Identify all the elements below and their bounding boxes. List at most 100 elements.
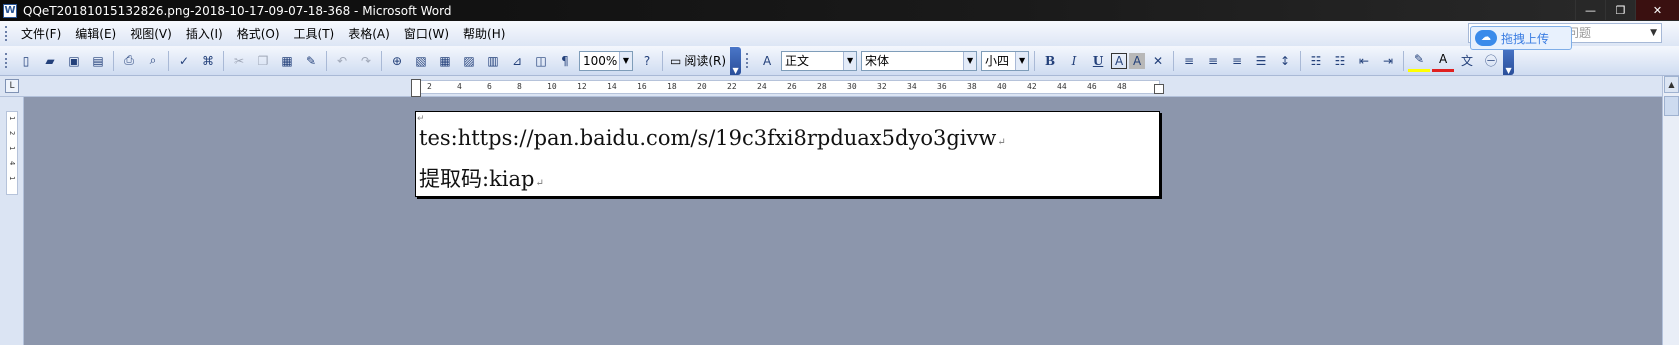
undo-icon[interactable]: ↶: [331, 50, 353, 72]
ruler-tick-label: 44: [1057, 82, 1067, 91]
line-spacing-icon[interactable]: ↕: [1274, 50, 1296, 72]
chevron-down-icon[interactable]: ▼: [843, 51, 857, 70]
increase-indent-icon[interactable]: ⇥: [1377, 50, 1399, 72]
save-icon[interactable]: ▣: [63, 50, 85, 72]
chevron-down-icon[interactable]: ▼: [963, 51, 977, 70]
left-indent-marker[interactable]: [411, 79, 421, 97]
print-icon[interactable]: ⎙: [118, 50, 140, 72]
menu-table[interactable]: 表格(A): [341, 24, 397, 44]
link-text[interactable]: tes:https://pan.baidu.com/s/19c3fxi8rpdu…: [419, 126, 996, 150]
permission-icon[interactable]: ▤: [87, 50, 109, 72]
horizontal-ruler[interactable]: 2 4 6 8 10 12 14 16 18 20 22 24 26 28 30 32 34 36 38 40 42 44…: [416, 80, 1160, 94]
insert-table-icon[interactable]: ▦: [434, 50, 456, 72]
read-button[interactable]: ▭ 阅读(R): [666, 50, 730, 72]
numbering-icon[interactable]: ☷: [1305, 50, 1327, 72]
bold-button[interactable]: B: [1039, 50, 1061, 72]
minimize-button[interactable]: —: [1575, 0, 1605, 20]
document-page[interactable]: ↵ tes:https://pan.baidu.com/s/19c3fxi8rp…: [415, 111, 1160, 197]
font-size-select[interactable]: 小四 ▼: [981, 50, 1030, 71]
restore-button[interactable]: ❐: [1605, 0, 1635, 20]
document-map-icon[interactable]: ◫: [530, 50, 552, 72]
baidu-upload-button[interactable]: ☁ 拖拽上传: [1470, 26, 1572, 50]
ruler-tick-label: 18: [667, 82, 677, 91]
help-icon[interactable]: ?: [636, 50, 658, 72]
read-label: 阅读(R): [684, 54, 727, 68]
print-preview-icon[interactable]: ⌕: [142, 50, 164, 72]
menu-format[interactable]: 格式(O): [230, 24, 287, 44]
menu-help[interactable]: 帮助(H): [456, 24, 512, 44]
font-select[interactable]: 宋体 ▼: [861, 50, 978, 71]
align-center-icon[interactable]: ≡: [1202, 50, 1224, 72]
copy-icon[interactable]: ❐: [252, 50, 274, 72]
styles-icon[interactable]: A: [756, 50, 778, 72]
char-scale-icon[interactable]: ✕: [1147, 50, 1169, 72]
italic-button[interactable]: I: [1063, 50, 1085, 72]
word-app-icon[interactable]: W: [3, 3, 17, 18]
phonetic-guide-button[interactable]: 文: [1456, 50, 1478, 72]
toolbar-grip[interactable]: [5, 53, 8, 68]
vertical-scrollbar[interactable]: ▲: [1662, 76, 1679, 345]
menu-grip[interactable]: [5, 26, 8, 41]
new-document-icon[interactable]: ▯: [15, 50, 37, 72]
chevron-down-icon[interactable]: ▼: [619, 51, 632, 70]
document-line-code[interactable]: 提取码:kiap↵: [419, 161, 1159, 202]
menu-window[interactable]: 窗口(W): [397, 24, 456, 44]
zoom-value: 100%: [583, 53, 618, 68]
enclosed-char-icon[interactable]: ㊀: [1480, 50, 1502, 72]
highlight-icon[interactable]: ✎: [1408, 50, 1431, 72]
open-folder-icon[interactable]: ▰: [39, 50, 61, 72]
show-hide-icon[interactable]: ¶: [554, 50, 576, 72]
menu-file[interactable]: 文件(F): [14, 24, 68, 44]
format-painter-icon[interactable]: ✎: [300, 50, 322, 72]
ruler-tick-label: 46: [1087, 82, 1097, 91]
toolbar-separator: [1403, 50, 1405, 71]
menu-edit[interactable]: 编辑(E): [68, 24, 123, 44]
chevron-down-icon[interactable]: ▼: [1015, 51, 1029, 70]
toolbar-separator: [662, 50, 663, 71]
research-icon[interactable]: ⌘: [197, 50, 219, 72]
vertical-ruler[interactable]: 1 2 1 4 1: [6, 111, 18, 195]
tables-borders-icon[interactable]: ▧: [410, 50, 432, 72]
paste-icon[interactable]: ▦: [276, 50, 298, 72]
drawing-icon[interactable]: ⊿: [506, 50, 528, 72]
tab-selector[interactable]: L: [5, 79, 19, 93]
scroll-thumb[interactable]: [1664, 96, 1679, 116]
extract-code-text[interactable]: 提取码:kiap: [419, 167, 534, 191]
hyperlink-icon[interactable]: ⊕: [386, 50, 408, 72]
font-color-icon[interactable]: A: [1432, 50, 1455, 72]
toolbar-separator: [1173, 50, 1175, 71]
cut-icon[interactable]: ✂: [228, 50, 250, 72]
toolbar-options-button[interactable]: ▼: [1503, 46, 1515, 75]
ruler-tick-label: 28: [817, 82, 827, 91]
underline-button[interactable]: U: [1087, 50, 1109, 72]
ruler-tick-label: 48: [1117, 82, 1127, 91]
char-border-button[interactable]: A: [1111, 52, 1128, 69]
spelling-icon[interactable]: ✓: [173, 50, 195, 72]
toolbar-grip[interactable]: [746, 53, 749, 68]
zoom-select[interactable]: 100% ▼: [579, 50, 633, 71]
chevron-down-icon[interactable]: ▼: [1650, 24, 1657, 42]
decrease-indent-icon[interactable]: ⇤: [1353, 50, 1375, 72]
bullets-icon[interactable]: ☷: [1329, 50, 1351, 72]
scroll-up-arrow[interactable]: ▲: [1664, 76, 1679, 93]
ruler-tick-label: 20: [697, 82, 707, 91]
close-button[interactable]: ✕: [1635, 0, 1679, 20]
document-line-link[interactable]: tes:https://pan.baidu.com/s/19c3fxi8rpdu…: [419, 120, 1159, 161]
font-value: 宋体: [865, 54, 890, 68]
ruler-tick-label: 38: [967, 82, 977, 91]
toolbar-separator: [326, 50, 327, 71]
insert-excel-icon[interactable]: ▨: [458, 50, 480, 72]
align-right-icon[interactable]: ≡: [1226, 50, 1248, 72]
menu-insert[interactable]: 插入(I): [179, 24, 230, 44]
justify-icon[interactable]: ☰: [1250, 50, 1272, 72]
right-indent-marker[interactable]: [1154, 84, 1164, 94]
style-select[interactable]: 正文 ▼: [781, 50, 858, 71]
columns-icon[interactable]: ▥: [482, 50, 504, 72]
menu-tools[interactable]: 工具(T): [287, 24, 342, 44]
ruler-tick-label: 14: [607, 82, 617, 91]
redo-icon[interactable]: ↷: [355, 50, 377, 72]
align-left-icon[interactable]: ≡: [1178, 50, 1200, 72]
toolbar-options-button[interactable]: ▼: [730, 46, 742, 75]
menu-view[interactable]: 视图(V): [123, 24, 179, 44]
char-shading-button[interactable]: A: [1129, 52, 1146, 69]
